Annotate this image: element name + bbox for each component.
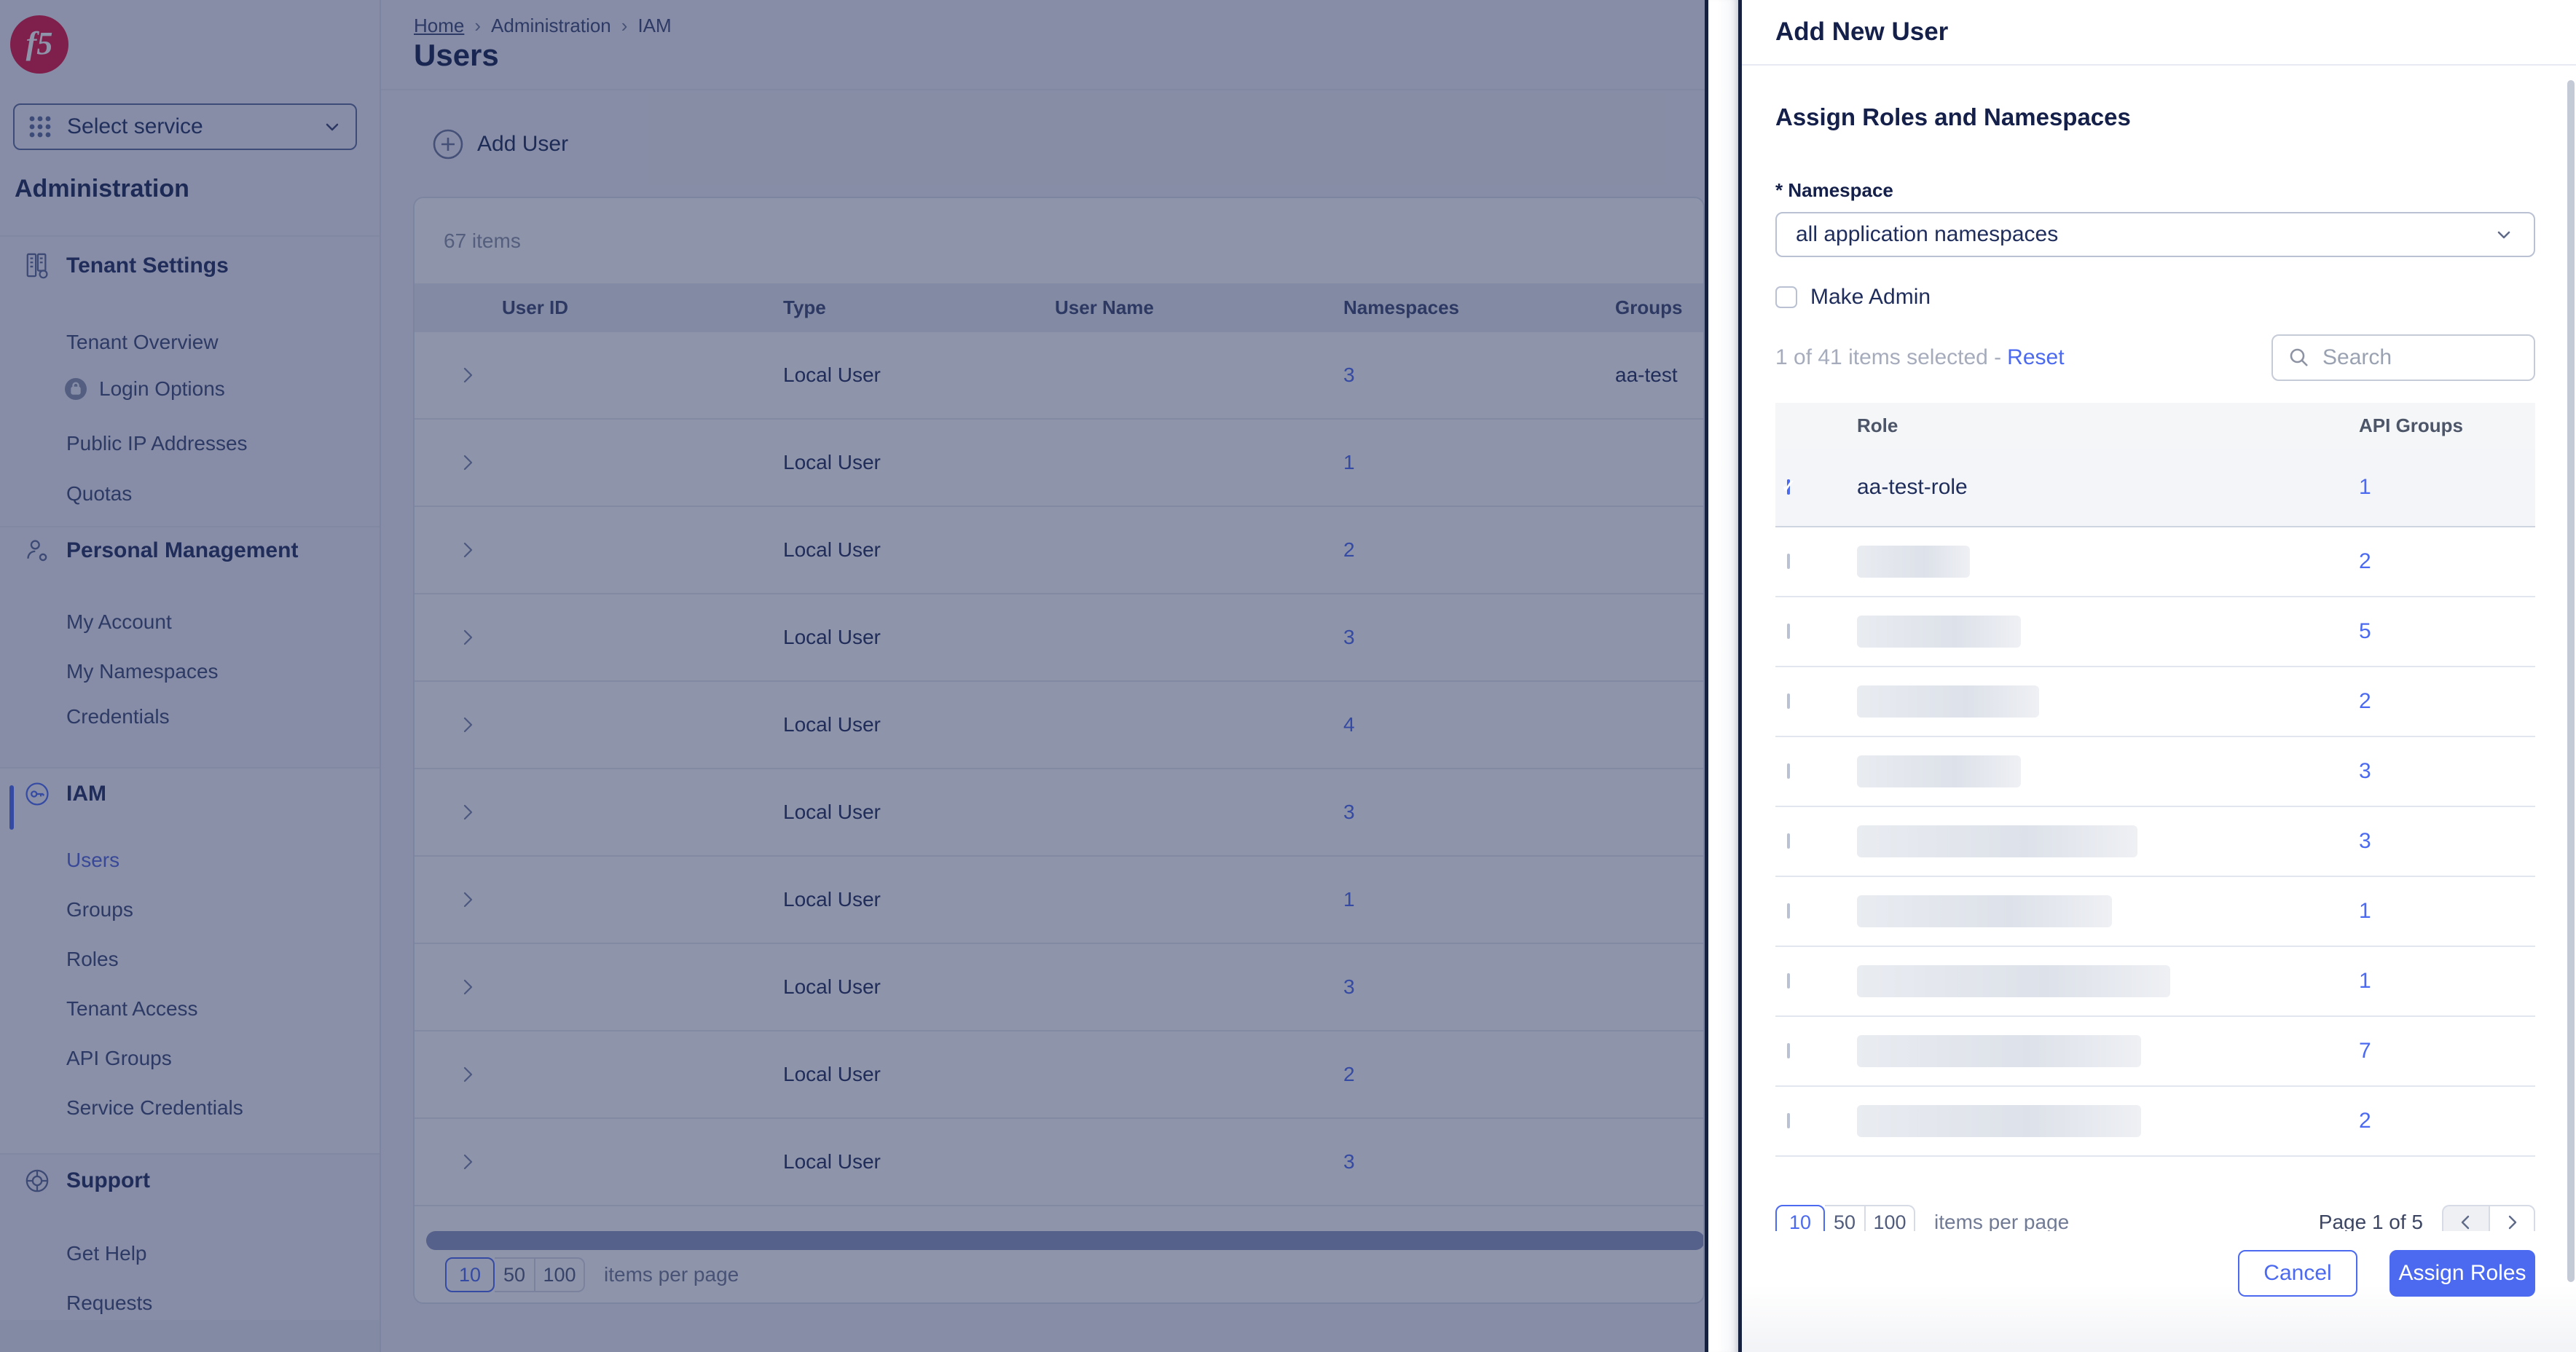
- assign-roles-button[interactable]: Assign Roles: [2390, 1250, 2535, 1297]
- role-checkbox[interactable]: [1787, 479, 1790, 495]
- role-row[interactable]: 2: [1775, 667, 2535, 737]
- role-name-redacted: [1857, 616, 2021, 648]
- col-api-groups[interactable]: API Groups: [2353, 414, 2535, 437]
- role-checkbox[interactable]: [1787, 554, 1790, 569]
- drawer-title: Add New User: [1775, 17, 1949, 46]
- role-name: aa-test-role: [1857, 475, 1968, 499]
- make-admin-label: Make Admin: [1810, 285, 1931, 309]
- namespace-select-value: all application namespaces: [1796, 222, 2059, 246]
- outer-sheet-edge: [1705, 0, 1738, 1352]
- role-row[interactable]: 5: [1775, 597, 2535, 667]
- role-checkbox[interactable]: [1787, 833, 1790, 849]
- role-row[interactable]: 7: [1775, 1017, 2535, 1087]
- chevron-down-icon: [2493, 224, 2515, 245]
- roles-table-header: Role API Groups: [1775, 403, 2535, 449]
- col-role[interactable]: Role: [1845, 414, 2353, 437]
- role-row[interactable]: 2: [1775, 527, 2535, 597]
- role-checkbox[interactable]: [1787, 973, 1790, 989]
- role-checkbox[interactable]: [1787, 1113, 1790, 1128]
- role-row[interactable]: 3: [1775, 807, 2535, 877]
- role-name-redacted: [1857, 1105, 2141, 1137]
- search-input-wrapper: [2271, 334, 2535, 381]
- search-icon: [2288, 346, 2311, 369]
- api-groups-count-link[interactable]: 1: [2353, 899, 2535, 924]
- role-checkbox[interactable]: [1787, 763, 1790, 779]
- role-name-redacted: [1857, 895, 2112, 927]
- drawer-header: Add New User: [1742, 0, 2576, 66]
- api-groups-count-link[interactable]: 2: [2353, 1109, 2535, 1133]
- cancel-button[interactable]: Cancel: [2238, 1250, 2357, 1297]
- role-checkbox[interactable]: [1787, 903, 1790, 919]
- role-name-redacted: [1857, 755, 2021, 787]
- role-name-redacted: [1857, 546, 1970, 578]
- role-checkbox[interactable]: [1787, 693, 1790, 709]
- modal-dim-overlay[interactable]: [0, 0, 1705, 1352]
- role-name-redacted: [1857, 1035, 2141, 1067]
- roles-table-body: aa-test-role 1 2 5 2 3 3 1 1: [1775, 449, 2535, 1157]
- api-groups-count-link[interactable]: 5: [2353, 619, 2535, 644]
- drawer-footer: Cancel Assign Roles: [1742, 1231, 2576, 1352]
- drawer-body: Assign Roles and Namespaces * Namespace …: [1742, 66, 2576, 1240]
- api-groups-count-link[interactable]: 7: [2353, 1039, 2535, 1064]
- role-row[interactable]: 1: [1775, 947, 2535, 1017]
- api-groups-count-link[interactable]: 2: [2353, 689, 2535, 714]
- roles-table: Role API Groups aa-test-role 1 2 5 2 3 3: [1775, 403, 2535, 1157]
- role-checkbox[interactable]: [1787, 624, 1790, 639]
- role-checkbox[interactable]: [1787, 1043, 1790, 1058]
- role-row[interactable]: 3: [1775, 737, 2535, 807]
- reset-link[interactable]: Reset: [2007, 345, 2064, 369]
- section-title: Assign Roles and Namespaces: [1775, 103, 2131, 130]
- role-name-redacted: [1857, 965, 2170, 997]
- search-input[interactable]: [2322, 345, 2519, 370]
- selection-row: 1 of 41 items selected - Reset: [1775, 334, 2535, 381]
- vertical-scrollbar[interactable]: [2567, 80, 2575, 1282]
- api-groups-count-link[interactable]: 1: [2353, 969, 2535, 994]
- role-row[interactable]: aa-test-role 1: [1775, 449, 2535, 527]
- api-groups-count-link[interactable]: 2: [2353, 549, 2535, 574]
- api-groups-count-link[interactable]: 3: [2353, 829, 2535, 854]
- role-name-redacted: [1857, 685, 2039, 718]
- role-row[interactable]: 1: [1775, 877, 2535, 947]
- make-admin-checkbox-row[interactable]: Make Admin: [1775, 285, 2535, 310]
- api-groups-count-link[interactable]: 1: [2353, 475, 2535, 500]
- make-admin-checkbox[interactable]: [1775, 286, 1797, 308]
- add-new-user-drawer: Add New User Assign Roles and Namespaces…: [1738, 0, 2576, 1352]
- selection-summary: 1 of 41 items selected - Reset: [1775, 345, 2065, 369]
- role-row[interactable]: 2: [1775, 1087, 2535, 1157]
- role-name-redacted: [1857, 825, 2137, 857]
- api-groups-count-link[interactable]: 3: [2353, 759, 2535, 784]
- namespace-label: * Namespace: [1775, 179, 1893, 201]
- namespace-select[interactable]: all application namespaces: [1775, 212, 2535, 257]
- app-window: f5 Select service Administration Tenant …: [0, 0, 2576, 1352]
